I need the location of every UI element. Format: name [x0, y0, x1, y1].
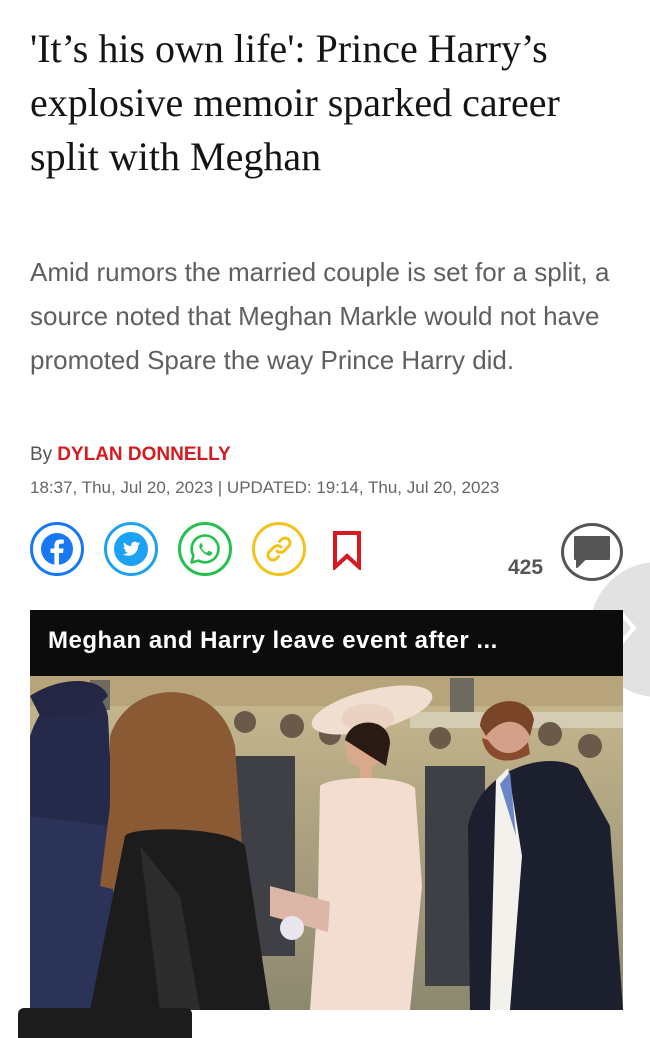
- comments-button[interactable]: [561, 523, 623, 581]
- bookmark-button[interactable]: [330, 530, 364, 572]
- link-icon: [266, 536, 292, 562]
- video-title: Meghan and Harry leave event after ...: [30, 610, 623, 676]
- facebook-share-button[interactable]: [30, 522, 84, 576]
- facebook-icon: [41, 533, 73, 566]
- player-overlay-tab[interactable]: [18, 1008, 192, 1038]
- comment-count[interactable]: 425: [508, 556, 543, 580]
- byline: By DYLAN DONNELLY: [30, 444, 231, 466]
- article-timestamp: 18:37, Thu, Jul 20, 2023 | UPDATED: 19:1…: [30, 478, 500, 497]
- byline-prefix: By: [30, 444, 53, 465]
- comment-icon: [574, 536, 610, 568]
- video-player[interactable]: Meghan and Harry leave event after ...: [30, 610, 623, 1010]
- video-thumbnail[interactable]: [30, 676, 623, 1010]
- article-standfirst: Amid rumors the married couple is set fo…: [30, 257, 610, 375]
- twitter-share-button[interactable]: [104, 522, 158, 576]
- bookmark-icon: [333, 531, 361, 572]
- whatsapp-share-button[interactable]: [178, 522, 232, 576]
- copy-link-button[interactable]: [252, 522, 306, 576]
- article-headline: 'It’s his own life': Prince Harry’s expl…: [30, 26, 560, 179]
- whatsapp-icon: [190, 534, 220, 564]
- twitter-icon: [114, 532, 148, 566]
- author-link[interactable]: DYLAN DONNELLY: [57, 444, 230, 465]
